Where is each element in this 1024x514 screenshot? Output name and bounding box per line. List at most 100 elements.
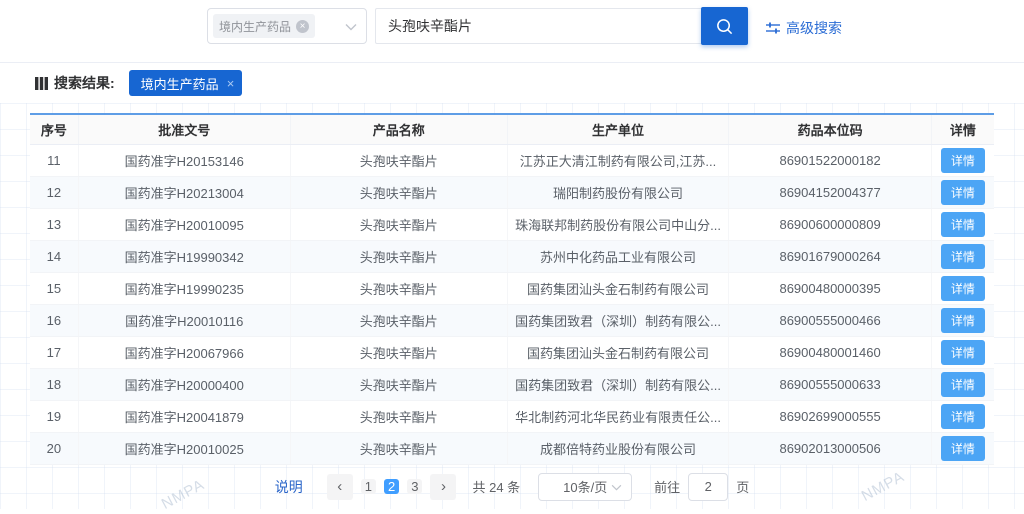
- cell-detail: 详情: [931, 240, 994, 272]
- detail-button[interactable]: 详情: [941, 212, 985, 237]
- cell-approval: 国药准字H20010095: [78, 208, 290, 240]
- cell-code: 86900600000809: [729, 208, 931, 240]
- table-row: 19国药准字H20041879头孢呋辛酯片华北制药河北华民药业有限责任公...8…: [30, 400, 994, 432]
- cell-code: 86902699000555: [729, 400, 931, 432]
- cell-code: 86902013000506: [729, 432, 931, 464]
- cell-no: 20: [30, 432, 78, 464]
- cell-manufacturer: 国药集团汕头金石制药有限公司: [507, 336, 729, 368]
- cell-approval: 国药准字H20041879: [78, 400, 290, 432]
- cell-product: 头孢呋辛酯片: [290, 368, 507, 400]
- table-row: 15国药准字H19990235头孢呋辛酯片国药集团汕头金石制药有限公司86900…: [30, 272, 994, 304]
- cell-approval: 国药准字H20010025: [78, 432, 290, 464]
- cell-manufacturer: 国药集团致君（深圳）制药有限公...: [507, 368, 729, 400]
- cell-code: 86900555000466: [729, 304, 931, 336]
- advanced-search-link[interactable]: 高级搜索: [766, 18, 842, 38]
- category-tag-close-icon[interactable]: ×: [296, 20, 309, 33]
- page-button[interactable]: 3: [407, 479, 422, 494]
- cell-no: 17: [30, 336, 78, 368]
- cell-no: 11: [30, 144, 78, 176]
- cell-approval: 国药准字H20213004: [78, 176, 290, 208]
- table-row: 13国药准字H20010095头孢呋辛酯片珠海联邦制药股份有限公司中山分...8…: [30, 208, 994, 240]
- detail-button[interactable]: 详情: [941, 276, 985, 301]
- cell-code: 86901679000264: [729, 240, 931, 272]
- chevron-down-icon: [345, 23, 357, 31]
- detail-button[interactable]: 详情: [941, 180, 985, 205]
- column-header-no: 序号: [30, 114, 78, 144]
- search-section: 境内生产药品 × 高级搜索: [0, 0, 1024, 62]
- pagination-bar: 说明 ‹ 123 › 共 24 条 10条/页 前往 页: [30, 465, 994, 509]
- cell-no: 14: [30, 240, 78, 272]
- detail-button[interactable]: 详情: [941, 372, 985, 397]
- cell-approval: 国药准字H20000400: [78, 368, 290, 400]
- cell-detail: 详情: [931, 176, 994, 208]
- cell-approval: 国药准字H19990342: [78, 240, 290, 272]
- cell-manufacturer: 华北制药河北华民药业有限责任公...: [507, 400, 729, 432]
- search-input[interactable]: [375, 8, 701, 44]
- page-button[interactable]: 1: [361, 479, 376, 494]
- prev-page-button[interactable]: ‹: [327, 474, 353, 500]
- table-row: 17国药准字H20067966头孢呋辛酯片国药集团汕头金石制药有限公司86900…: [30, 336, 994, 368]
- results-body: 序号 批准文号 产品名称 生产单位 药品本位码 详情 11国药准字H201531…: [0, 103, 1024, 509]
- detail-button[interactable]: 详情: [941, 148, 985, 173]
- cell-product: 头孢呋辛酯片: [290, 432, 507, 464]
- cell-code: 86900480001460: [729, 336, 931, 368]
- cell-manufacturer: 瑞阳制药股份有限公司: [507, 176, 729, 208]
- cell-detail: 详情: [931, 304, 994, 336]
- detail-button[interactable]: 详情: [941, 436, 985, 461]
- cell-detail: 详情: [931, 400, 994, 432]
- category-select[interactable]: 境内生产药品 ×: [207, 8, 367, 44]
- page-buttons: 123: [357, 474, 427, 500]
- page-size-select[interactable]: 10条/页: [538, 473, 632, 501]
- detail-button[interactable]: 详情: [941, 244, 985, 269]
- search-icon: [715, 17, 734, 36]
- cell-product: 头孢呋辛酯片: [290, 400, 507, 432]
- cell-no: 15: [30, 272, 78, 304]
- detail-button[interactable]: 详情: [941, 404, 985, 429]
- goto-page-input[interactable]: [688, 473, 728, 501]
- chevron-down-icon: [611, 484, 622, 491]
- cell-code: 86900555000633: [729, 368, 931, 400]
- filter-sliders-icon: [766, 21, 780, 35]
- category-tag: 境内生产药品 ×: [213, 14, 315, 38]
- filter-tag-close-icon[interactable]: ×: [227, 76, 235, 91]
- results-section: 搜索结果: 境内生产药品 × 序号 批准文号 产品名称 生产单位 药品本位码 详…: [0, 62, 1024, 509]
- column-header-product: 产品名称: [290, 114, 507, 144]
- note-link[interactable]: 说明: [275, 477, 303, 497]
- cell-code: 86900480000395: [729, 272, 931, 304]
- filter-tag-label: 境内生产药品: [141, 74, 219, 93]
- table-row: 11国药准字H20153146头孢呋辛酯片江苏正大清江制药有限公司,江苏...8…: [30, 144, 994, 176]
- cell-manufacturer: 苏州中化药品工业有限公司: [507, 240, 729, 272]
- goto-label: 前往: [654, 477, 680, 496]
- grid-icon: [35, 77, 48, 90]
- cell-manufacturer: 国药集团致君（深圳）制药有限公...: [507, 304, 729, 336]
- chevron-left-icon: ‹: [337, 478, 342, 495]
- next-page-button[interactable]: ›: [430, 474, 456, 500]
- chevron-right-icon: ›: [441, 478, 446, 495]
- cell-approval: 国药准字H19990235: [78, 272, 290, 304]
- cell-manufacturer: 成都倍特药业股份有限公司: [507, 432, 729, 464]
- column-header-manufacturer: 生产单位: [507, 114, 729, 144]
- column-header-code: 药品本位码: [729, 114, 931, 144]
- cell-no: 16: [30, 304, 78, 336]
- cell-manufacturer: 国药集团汕头金石制药有限公司: [507, 272, 729, 304]
- cell-product: 头孢呋辛酯片: [290, 208, 507, 240]
- cell-product: 头孢呋辛酯片: [290, 304, 507, 336]
- table-row: 20国药准字H20010025头孢呋辛酯片成都倍特药业股份有限公司8690201…: [30, 432, 994, 464]
- search-button[interactable]: [701, 7, 748, 45]
- cell-no: 18: [30, 368, 78, 400]
- cell-product: 头孢呋辛酯片: [290, 336, 507, 368]
- column-header-detail: 详情: [931, 114, 994, 144]
- table-row: 12国药准字H20213004头孢呋辛酯片瑞阳制药股份有限公司869041520…: [30, 176, 994, 208]
- cell-detail: 详情: [931, 208, 994, 240]
- cell-no: 12: [30, 176, 78, 208]
- page-button-active[interactable]: 2: [384, 479, 399, 494]
- cell-detail: 详情: [931, 336, 994, 368]
- detail-button[interactable]: 详情: [941, 340, 985, 365]
- cell-no: 19: [30, 400, 78, 432]
- cell-product: 头孢呋辛酯片: [290, 144, 507, 176]
- cell-code: 86901522000182: [729, 144, 931, 176]
- cell-manufacturer: 江苏正大清江制药有限公司,江苏...: [507, 144, 729, 176]
- detail-button[interactable]: 详情: [941, 308, 985, 333]
- filter-tag: 境内生产药品 ×: [129, 70, 243, 96]
- table-header: 序号 批准文号 产品名称 生产单位 药品本位码 详情: [30, 114, 994, 144]
